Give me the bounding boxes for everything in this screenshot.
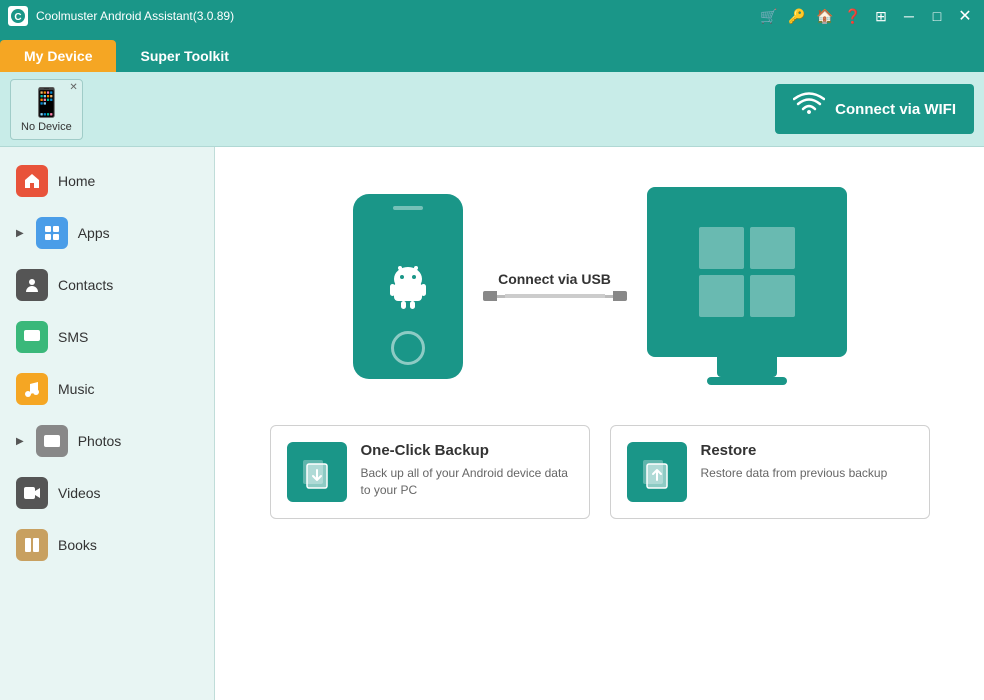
backup-card[interactable]: One-Click Backup Back up all of your And… — [270, 425, 590, 519]
app-title: Coolmuster Android Assistant(3.0.89) — [36, 9, 758, 23]
sidebar: Home ▶ Apps Contacts SMS Music — [0, 147, 215, 700]
monitor-base — [707, 377, 787, 385]
music-menu-icon — [16, 373, 48, 405]
monitor-stand — [717, 357, 777, 377]
wifi-button-label: Connect via WIFI — [835, 101, 956, 118]
books-menu-icon — [16, 529, 48, 561]
tab-my-device[interactable]: My Device — [0, 40, 116, 72]
device-name-label: No Device — [21, 121, 72, 133]
monitor-screen — [647, 187, 847, 357]
wifi-connect-button[interactable]: Connect via WIFI — [775, 84, 974, 134]
window-controls: 🛒 🔑 🏠 ❓ ⊞ ─ □ ✕ — [758, 5, 976, 27]
backup-card-title: One-Click Backup — [361, 442, 573, 459]
restore-card-title: Restore — [701, 442, 888, 459]
monitor-illustration — [647, 187, 847, 385]
sidebar-item-sms[interactable]: SMS — [0, 311, 214, 363]
usb-cable-area: Connect via USB — [483, 271, 627, 301]
main-layout: Home ▶ Apps Contacts SMS Music — [0, 147, 984, 700]
music-label: Music — [58, 381, 95, 397]
restore-card-desc: Restore data from previous backup — [701, 465, 888, 482]
svg-text:C: C — [14, 12, 21, 23]
apps-arrow: ▶ — [16, 228, 24, 239]
sidebar-item-music[interactable]: Music — [0, 363, 214, 415]
videos-menu-icon — [16, 477, 48, 509]
backup-card-text: One-Click Backup Back up all of your And… — [361, 442, 573, 499]
wifi-icon — [793, 92, 825, 127]
contacts-menu-icon — [16, 269, 48, 301]
device-phone-icon: 📱 — [29, 86, 64, 119]
sidebar-item-photos[interactable]: ▶ Photos — [0, 415, 214, 467]
maximize-icon[interactable]: □ — [926, 5, 948, 27]
sidebar-item-home[interactable]: Home — [0, 155, 214, 207]
nav-tabs: My Device Super Toolkit — [0, 32, 984, 72]
action-cards: One-Click Backup Back up all of your And… — [270, 425, 930, 519]
content-area: Connect via USB — [215, 147, 984, 700]
close-icon[interactable]: ✕ — [954, 5, 976, 27]
phone-illustration — [353, 194, 463, 379]
sidebar-item-books[interactable]: Books — [0, 519, 214, 571]
videos-label: Videos — [58, 485, 101, 501]
minimize-icon[interactable]: ─ — [898, 5, 920, 27]
grid-icon[interactable]: ⊞ — [870, 5, 892, 27]
sidebar-item-apps[interactable]: ▶ Apps — [0, 207, 214, 259]
restore-card-icon — [627, 442, 687, 502]
device-tab: ✕ 📱 No Device — [10, 79, 83, 140]
books-label: Books — [58, 537, 97, 553]
home-menu-icon — [16, 165, 48, 197]
backup-card-desc: Back up all of your Android device data … — [361, 465, 573, 499]
key-icon[interactable]: 🔑 — [786, 5, 808, 27]
app-logo: C — [8, 6, 28, 26]
sidebar-item-contacts[interactable]: Contacts — [0, 259, 214, 311]
apps-menu-icon — [36, 217, 68, 249]
contacts-label: Contacts — [58, 277, 113, 293]
photos-arrow: ▶ — [16, 436, 24, 447]
cart-icon[interactable]: 🛒 — [758, 5, 780, 27]
usb-label: Connect via USB — [498, 271, 611, 287]
device-tab-close[interactable]: ✕ — [69, 82, 77, 93]
tab-super-toolkit[interactable]: Super Toolkit — [116, 40, 252, 72]
restore-card-text: Restore Restore data from previous backu… — [701, 442, 888, 482]
home-label: Home — [58, 173, 95, 189]
sms-label: SMS — [58, 329, 88, 345]
device-header: ✕ 📱 No Device Connect via WIFI — [0, 72, 984, 147]
apps-label: Apps — [78, 225, 110, 241]
home-icon[interactable]: 🏠 — [814, 5, 836, 27]
sms-menu-icon — [16, 321, 48, 353]
title-bar: C Coolmuster Android Assistant(3.0.89) 🛒… — [0, 0, 984, 32]
photos-menu-icon — [36, 425, 68, 457]
photos-label: Photos — [78, 433, 122, 449]
sidebar-item-videos[interactable]: Videos — [0, 467, 214, 519]
usb-line — [483, 291, 627, 301]
usb-illustration: Connect via USB — [235, 187, 964, 385]
windows-logo — [695, 223, 799, 321]
help-icon[interactable]: ❓ — [842, 5, 864, 27]
backup-card-icon — [287, 442, 347, 502]
restore-card[interactable]: Restore Restore data from previous backu… — [610, 425, 930, 519]
